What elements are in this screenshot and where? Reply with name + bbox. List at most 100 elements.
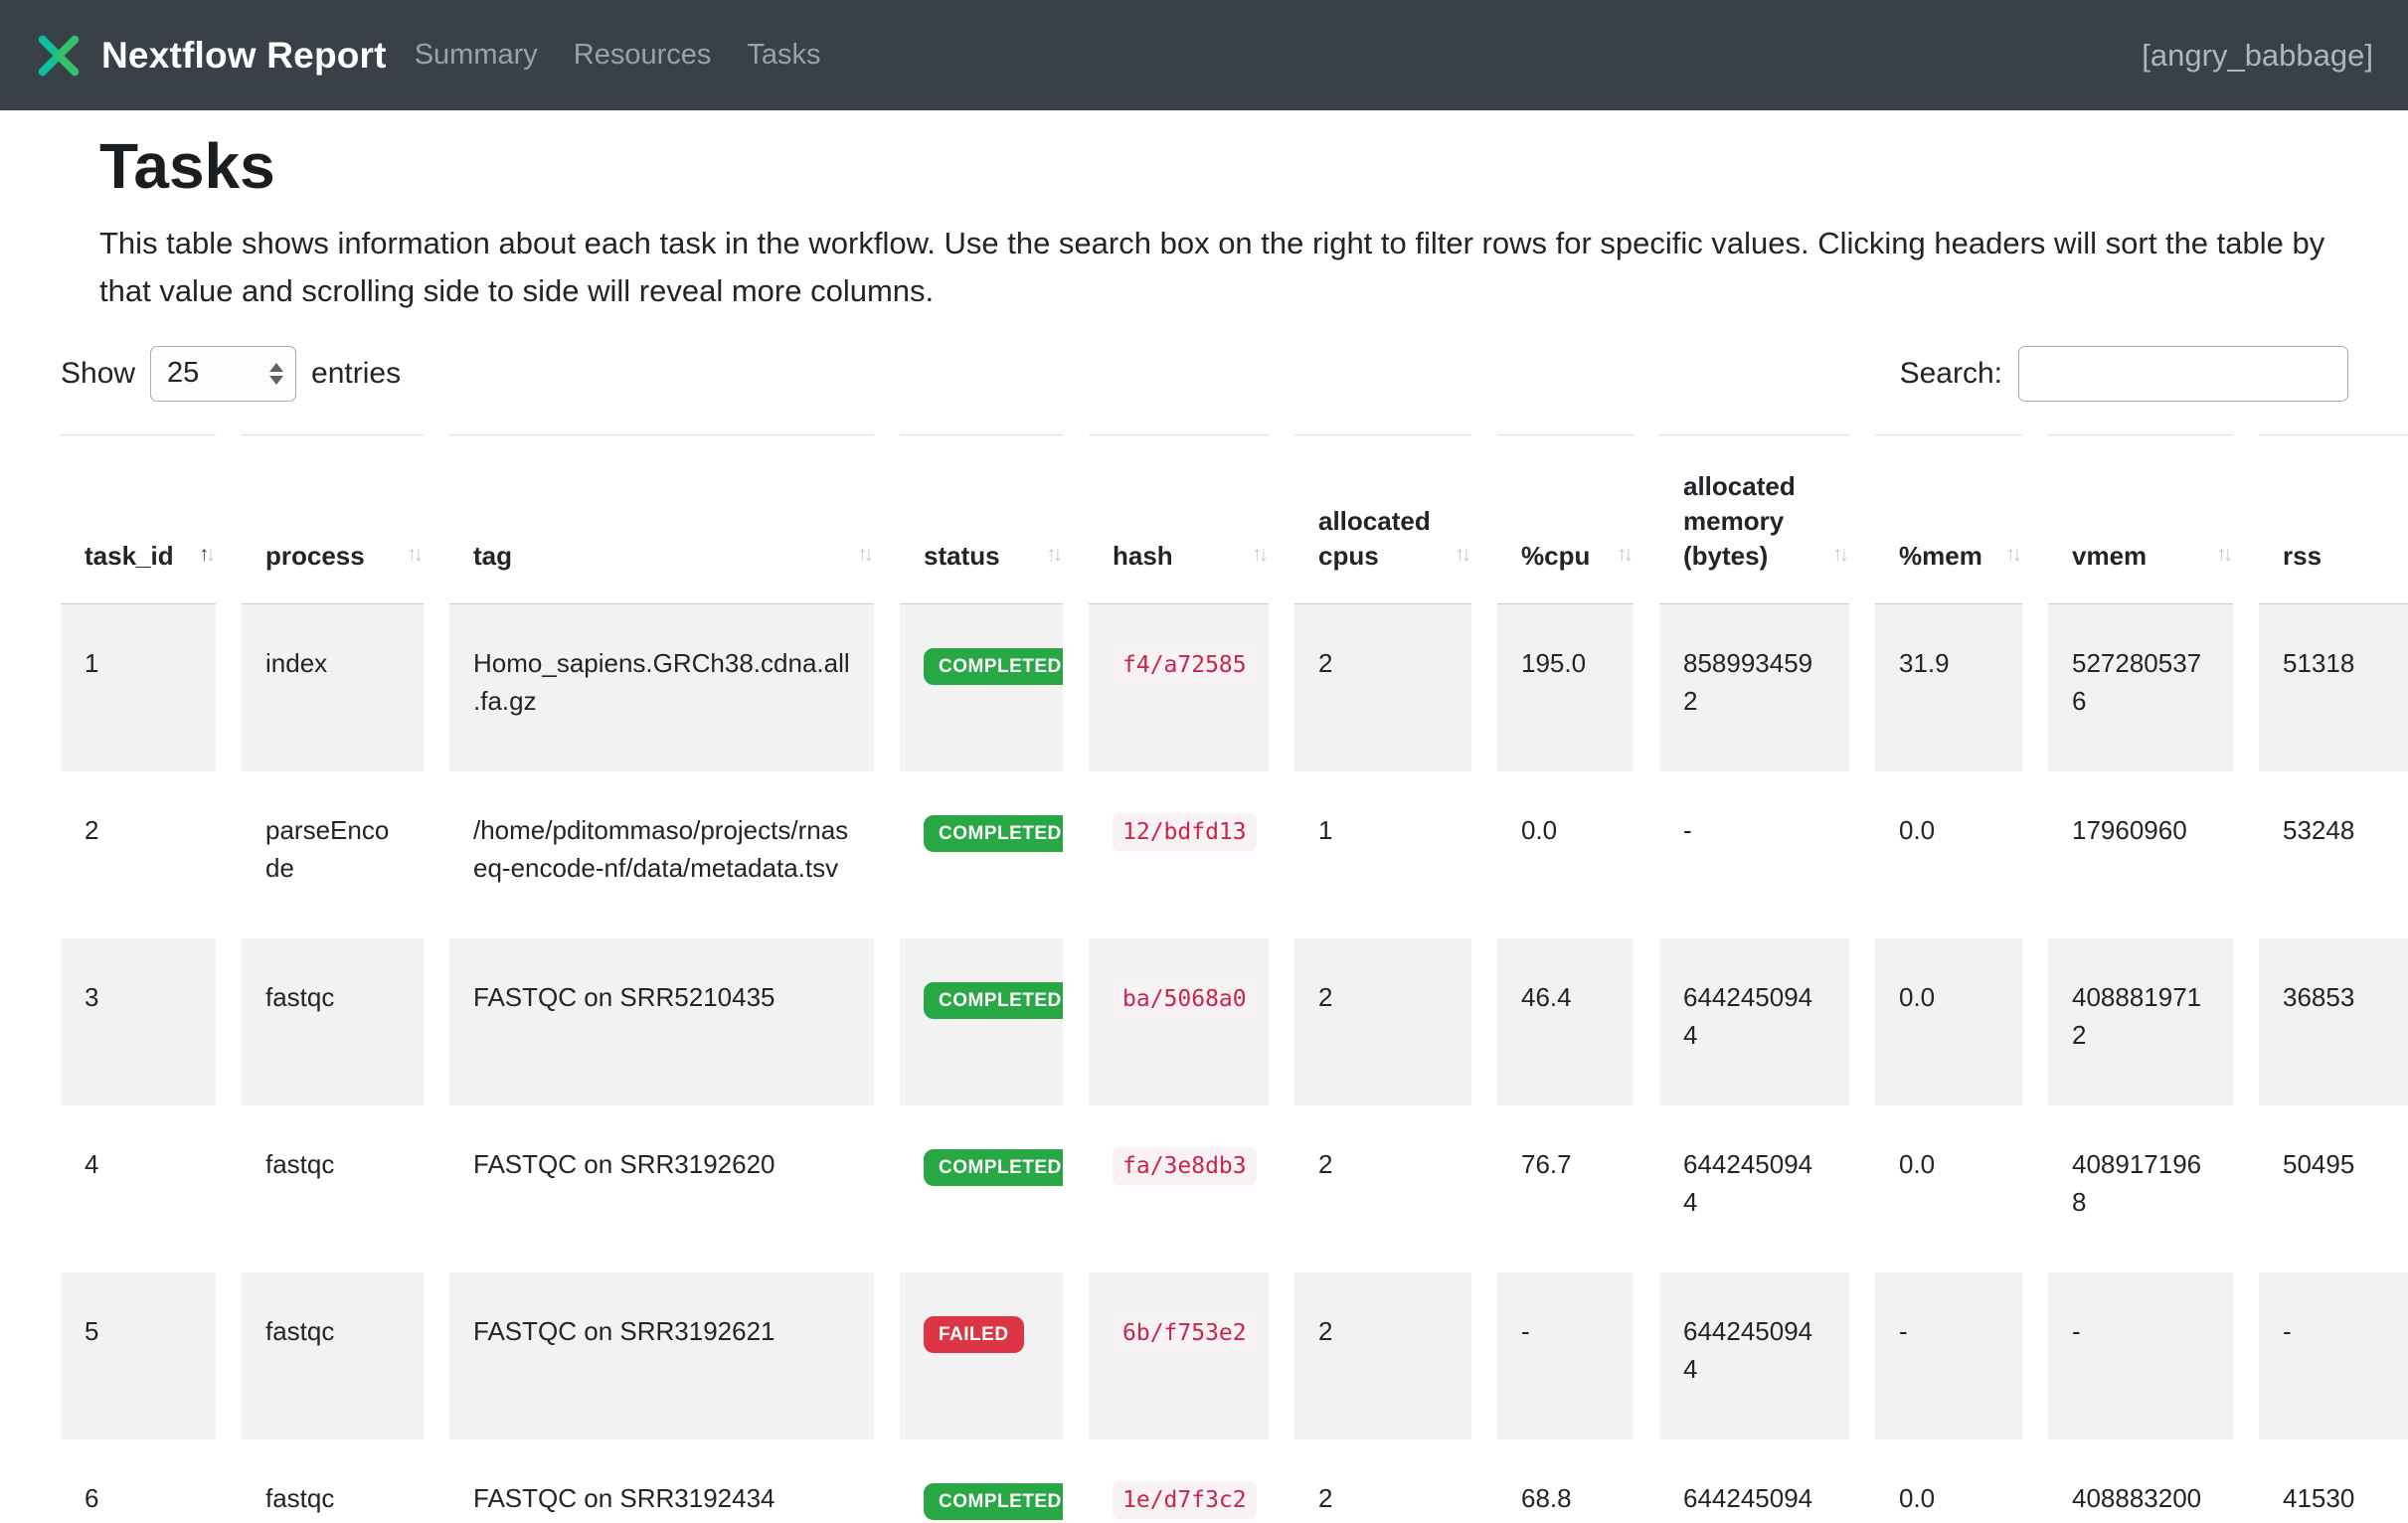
column-header-label: allocated memory (bytes) bbox=[1683, 469, 1825, 574]
column-header-vmem[interactable]: vmem ↑↓ bbox=[2048, 434, 2233, 604]
cell-process: fastqc bbox=[242, 1105, 424, 1272]
cell-hash: 6b/f753e2 bbox=[1089, 1272, 1269, 1439]
cell-pcpu: 68.8 bbox=[1497, 1439, 1634, 1523]
column-header-label: allocated cpus bbox=[1318, 504, 1448, 574]
cell-pcpu: - bbox=[1497, 1272, 1634, 1439]
column-header-hash[interactable]: hash ↑↓ bbox=[1089, 434, 1269, 604]
tasks-table: task_id ↑↓ process ↑↓ tag ↑↓ status ↑↓ h… bbox=[61, 434, 2348, 1523]
nav-item-summary[interactable]: Summary bbox=[415, 39, 538, 72]
cell-allocated-cpus: 2 bbox=[1294, 1439, 1471, 1523]
page-description: This table shows information about each … bbox=[99, 220, 2326, 315]
cell-task-id: 2 bbox=[61, 771, 216, 938]
status-badge: COMPLETED bbox=[924, 648, 1063, 685]
column-header-label: hash bbox=[1113, 539, 1173, 574]
cell-hash: ba/5068a0 bbox=[1089, 938, 1269, 1105]
cell-pmem: 0.0 bbox=[1875, 1439, 2022, 1523]
column-header-label: status bbox=[924, 539, 1000, 574]
cell-rss: 51318 bbox=[2259, 604, 2408, 771]
hash-code: f4/a72585 bbox=[1113, 646, 1257, 684]
search-label: Search: bbox=[1900, 357, 2002, 391]
nav-item-resources[interactable]: Resources bbox=[574, 39, 712, 72]
cell-task-id: 3 bbox=[61, 938, 216, 1105]
sort-icon: ↑↓ bbox=[2005, 537, 2018, 572]
cell-allocated-cpus: 2 bbox=[1294, 1105, 1471, 1272]
hash-code: 12/bdfd13 bbox=[1113, 813, 1257, 851]
cell-task-id: 1 bbox=[61, 604, 216, 771]
cell-tag: FASTQC on SRR3192621 bbox=[449, 1272, 874, 1439]
cell-vmem: 17960960 bbox=[2048, 771, 2233, 938]
page-length-control: Show 25 entries bbox=[61, 346, 401, 402]
status-badge: COMPLETED bbox=[924, 1483, 1063, 1520]
cell-hash: fa/3e8db3 bbox=[1089, 1105, 1269, 1272]
cell-status: COMPLETED bbox=[900, 1105, 1063, 1272]
show-label: Show bbox=[61, 357, 135, 391]
status-badge: FAILED bbox=[924, 1316, 1024, 1353]
cell-process: fastqc bbox=[242, 1272, 424, 1439]
cell-hash: 1e/d7f3c2 bbox=[1089, 1439, 1269, 1523]
sort-icon: ↑↓ bbox=[1046, 537, 1059, 572]
search-input[interactable] bbox=[2018, 346, 2348, 402]
cell-task-id: 4 bbox=[61, 1105, 216, 1272]
brand-title: Nextflow Report bbox=[101, 35, 387, 77]
nextflow-logo-icon bbox=[34, 31, 84, 81]
cell-rss: - bbox=[2259, 1272, 2408, 1439]
cell-status: COMPLETED bbox=[900, 771, 1063, 938]
cell-allocated-memory: 8589934592 bbox=[1659, 604, 1849, 771]
status-badge: COMPLETED bbox=[924, 982, 1063, 1019]
entries-select-value: 25 bbox=[167, 357, 199, 390]
cell-process: parseEncode bbox=[242, 771, 424, 938]
run-name: [angry_babbage] bbox=[2142, 38, 2373, 74]
column-header-label: vmem bbox=[2072, 539, 2147, 574]
nav-item-tasks[interactable]: Tasks bbox=[747, 39, 820, 72]
cell-tag: Homo_sapiens.GRCh38.cdna.all.fa.gz bbox=[449, 604, 874, 771]
cell-tag: FASTQC on SRR3192620 bbox=[449, 1105, 874, 1272]
cell-hash: 12/bdfd13 bbox=[1089, 771, 1269, 938]
cell-hash: f4/a72585 bbox=[1089, 604, 1269, 771]
cell-tag: FASTQC on SRR5210435 bbox=[449, 938, 874, 1105]
cell-tag: /home/pditommaso/projects/rnaseq-encode-… bbox=[449, 771, 874, 938]
hash-code: ba/5068a0 bbox=[1113, 980, 1257, 1018]
cell-rss: 50495 bbox=[2259, 1105, 2408, 1272]
entries-select[interactable]: 25 bbox=[150, 346, 296, 402]
cell-allocated-memory: 6442450944 bbox=[1659, 1439, 1849, 1523]
cell-pmem: 0.0 bbox=[1875, 771, 2022, 938]
cell-pcpu: 195.0 bbox=[1497, 604, 1634, 771]
cell-allocated-memory: 6442450944 bbox=[1659, 1272, 1849, 1439]
select-spinner-icon bbox=[269, 363, 283, 385]
cell-vmem: 5272805376 bbox=[2048, 604, 2233, 771]
search-control: Search: bbox=[1900, 346, 2348, 402]
column-header-tag[interactable]: tag ↑↓ bbox=[449, 434, 874, 604]
cell-pcpu: 76.7 bbox=[1497, 1105, 1634, 1272]
cell-status: FAILED bbox=[900, 1272, 1063, 1439]
column-header-process[interactable]: process ↑↓ bbox=[242, 434, 424, 604]
column-header-label: %cpu bbox=[1521, 539, 1590, 574]
column-header-label: rss bbox=[2283, 539, 2322, 574]
column-header-pcpu[interactable]: %cpu ↑↓ bbox=[1497, 434, 1634, 604]
column-header-allocated-cpus[interactable]: allocated cpus ↑↓ bbox=[1294, 434, 1471, 604]
cell-status: COMPLETED bbox=[900, 604, 1063, 771]
column-header-allocated-memory[interactable]: allocated memory (bytes) ↑↓ bbox=[1659, 434, 1849, 604]
sort-icon: ↑↓ bbox=[2216, 537, 2229, 572]
cell-process: fastqc bbox=[242, 1439, 424, 1523]
column-header-rss[interactable]: rss ↑↓ bbox=[2259, 434, 2408, 604]
entries-label: entries bbox=[311, 357, 401, 391]
cell-pmem: - bbox=[1875, 1272, 2022, 1439]
cell-tag: FASTQC on SRR3192434 bbox=[449, 1439, 874, 1523]
cell-status: COMPLETED bbox=[900, 1439, 1063, 1523]
cell-allocated-memory: 6442450944 bbox=[1659, 938, 1849, 1105]
cell-vmem: 4088832000 bbox=[2048, 1439, 2233, 1523]
cell-pcpu: 0.0 bbox=[1497, 771, 1634, 938]
cell-vmem: - bbox=[2048, 1272, 2233, 1439]
column-header-status[interactable]: status ↑↓ bbox=[900, 434, 1063, 604]
cell-allocated-memory: 6442450944 bbox=[1659, 1105, 1849, 1272]
column-header-task-id[interactable]: task_id ↑↓ bbox=[61, 434, 216, 604]
cell-task-id: 6 bbox=[61, 1439, 216, 1523]
sort-icon: ↑↓ bbox=[199, 537, 212, 572]
column-header-pmem[interactable]: %mem ↑↓ bbox=[1875, 434, 2022, 604]
cell-allocated-cpus: 2 bbox=[1294, 938, 1471, 1105]
cell-pmem: 0.0 bbox=[1875, 938, 2022, 1105]
column-header-label: task_id bbox=[85, 539, 174, 574]
sort-icon: ↑↓ bbox=[407, 537, 420, 572]
cell-rss: 36853 bbox=[2259, 938, 2408, 1105]
brand-link[interactable]: Nextflow Report bbox=[34, 31, 387, 81]
